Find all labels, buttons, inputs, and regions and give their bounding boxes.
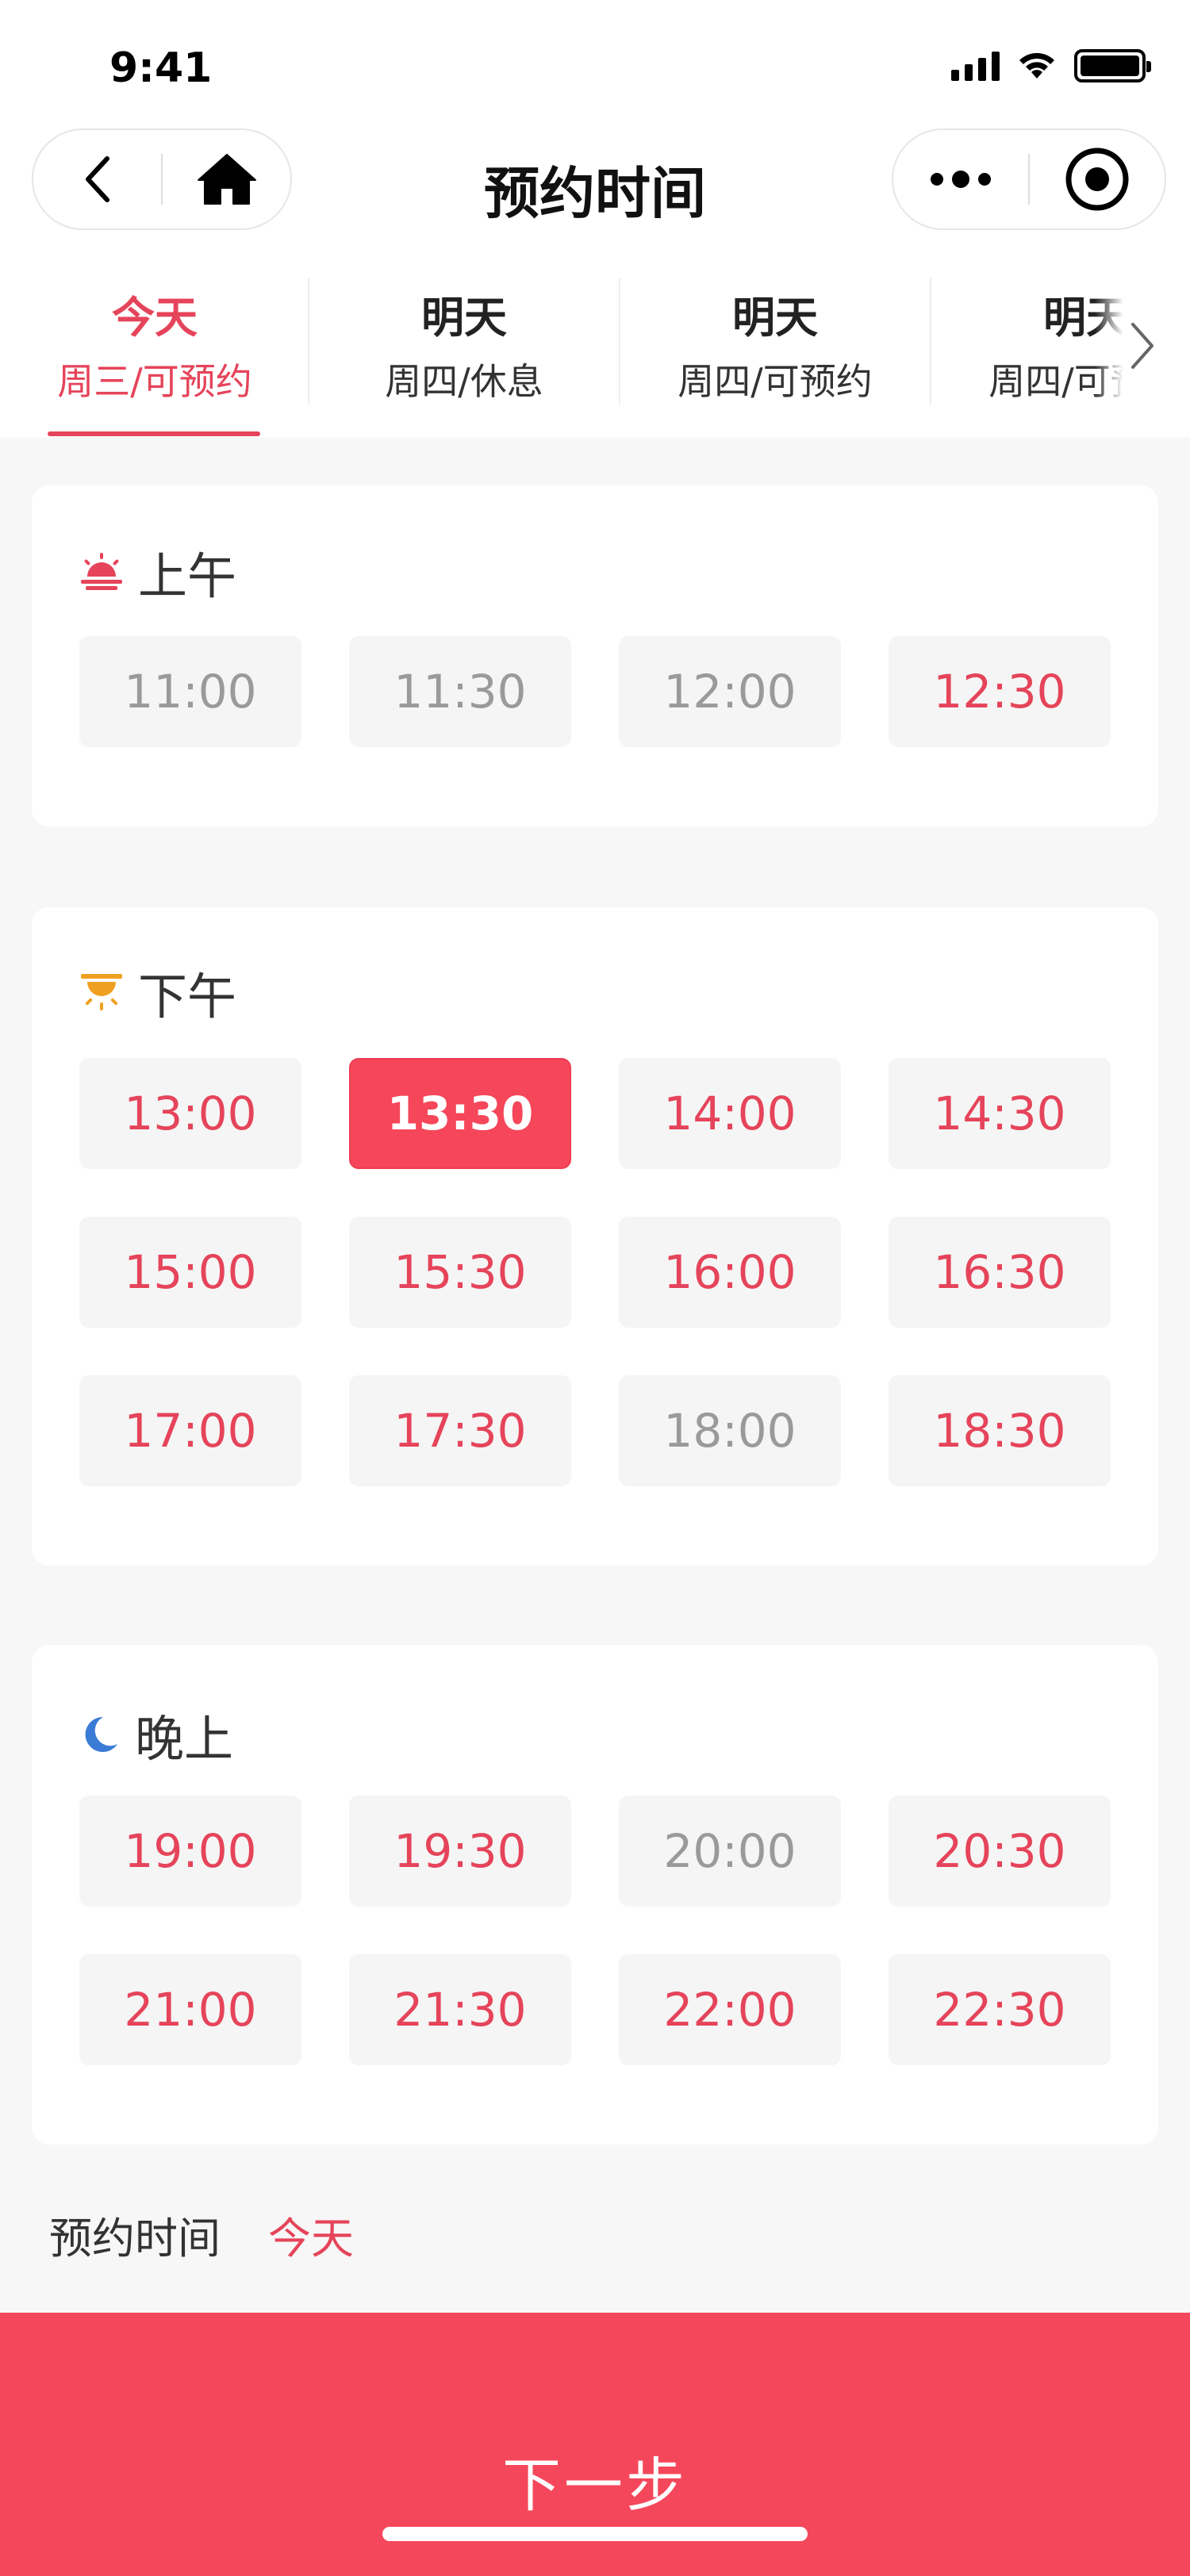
time-slot[interactable]: 21:00 — [79, 1954, 301, 2065]
date-tab-3[interactable]: 明天 周四/可预约 — [620, 278, 930, 428]
section-header: 晚上 — [79, 1699, 233, 1770]
nav-bar: 预约时间 — [0, 119, 1190, 254]
time-slot[interactable]: 18:30 — [889, 1375, 1111, 1486]
time-slot-selected[interactable]: 13:30 — [349, 1058, 571, 1169]
section-header: 下午 — [79, 956, 236, 1028]
date-tab-2[interactable]: 明天 周四/休息 — [309, 278, 619, 428]
battery-icon — [1074, 49, 1151, 82]
time-slot[interactable]: 20:30 — [889, 1796, 1111, 1907]
morning-slots: 11:00 11:30 12:00 12:30 — [79, 636, 1111, 747]
evening-slots: 19:00 19:30 20:00 20:30 21:00 21:30 22:0… — [79, 1796, 1111, 2065]
wifi-icon — [1019, 52, 1054, 79]
time-slot[interactable]: 17:00 — [79, 1375, 301, 1486]
cellular-signal-icon — [951, 51, 1000, 81]
section-header: 上午 — [79, 536, 236, 608]
time-slot[interactable]: 18:00 — [619, 1375, 841, 1486]
status-time: 9:41 — [109, 44, 213, 92]
evening-section: 晚上 19:00 19:30 20:00 20:30 21:00 21:30 2… — [32, 1645, 1158, 2145]
summary-value: 今天 — [268, 2214, 354, 2264]
time-slot[interactable]: 12:30 — [889, 636, 1111, 747]
time-slot[interactable]: 15:00 — [79, 1217, 301, 1328]
active-tab-underline — [48, 431, 260, 436]
time-slot[interactable]: 15:30 — [349, 1217, 571, 1328]
date-tab-day: 明天 — [421, 293, 507, 343]
status-bar: 9:41 — [0, 0, 1190, 135]
afternoon-slots: 13:00 13:30 14:00 14:30 15:00 15:30 16:0… — [79, 1058, 1111, 1486]
time-slot[interactable]: 19:00 — [79, 1796, 301, 1907]
time-slot[interactable]: 13:00 — [79, 1058, 301, 1169]
appointment-page: 9:41 预约时间 今天 周三/可预约 明天 周四/休息 明天 周四/可预约 明… — [0, 0, 1190, 2576]
date-tab-status: 周三/可预约 — [57, 360, 252, 403]
date-tabs-scroll-right[interactable] — [1095, 254, 1190, 438]
date-tab-status: 周四/休息 — [385, 360, 543, 403]
time-slot[interactable]: 14:00 — [619, 1058, 841, 1169]
time-slot[interactable]: 22:00 — [619, 1954, 841, 2065]
time-slot[interactable]: 14:30 — [889, 1058, 1111, 1169]
target-circle-icon — [1065, 148, 1129, 211]
nav-capsule-right — [892, 128, 1166, 230]
afternoon-section: 下午 13:00 13:30 14:00 14:30 15:00 15:30 1… — [32, 907, 1158, 1566]
close-miniprogram-button[interactable] — [1030, 130, 1165, 228]
moon-icon — [85, 1716, 117, 1752]
more-button[interactable] — [893, 130, 1028, 228]
status-icons — [951, 49, 1151, 82]
sunset-icon — [81, 974, 122, 1010]
date-tab-day: 明天 — [732, 293, 818, 343]
time-slot[interactable]: 22:30 — [889, 1954, 1111, 2065]
time-slot[interactable]: 12:00 — [619, 636, 841, 747]
section-title: 晚上 — [135, 1710, 234, 1768]
time-slot[interactable]: 16:00 — [619, 1217, 841, 1328]
selected-time-summary: 预约时间 今天 — [49, 2203, 354, 2266]
time-slot[interactable]: 11:30 — [349, 636, 571, 747]
date-tabs: 今天 周三/可预约 明天 周四/休息 明天 周四/可预约 明天 周四/可预约 — [0, 254, 1190, 438]
date-tab-day: 今天 — [112, 293, 198, 343]
time-slot[interactable]: 11:00 — [79, 636, 301, 747]
time-slot[interactable]: 21:30 — [349, 1954, 571, 2065]
time-slot[interactable]: 19:30 — [349, 1796, 571, 1907]
time-slot[interactable]: 17:30 — [349, 1375, 571, 1486]
time-slot[interactable]: 20:00 — [619, 1796, 841, 1907]
chevron-right-icon — [1131, 323, 1154, 369]
summary-label: 预约时间 — [49, 2214, 221, 2264]
date-tab-status: 周四/可预约 — [678, 360, 873, 403]
sunrise-icon — [81, 553, 122, 590]
date-tab-today[interactable]: 今天 周三/可预约 — [0, 278, 309, 428]
time-slot[interactable]: 16:30 — [889, 1217, 1111, 1328]
section-title: 下午 — [138, 968, 237, 1025]
home-indicator — [382, 2527, 808, 2541]
section-title: 上午 — [138, 547, 237, 605]
morning-section: 上午 11:00 11:30 12:00 12:30 — [32, 485, 1158, 826]
more-dots-icon — [931, 171, 991, 188]
